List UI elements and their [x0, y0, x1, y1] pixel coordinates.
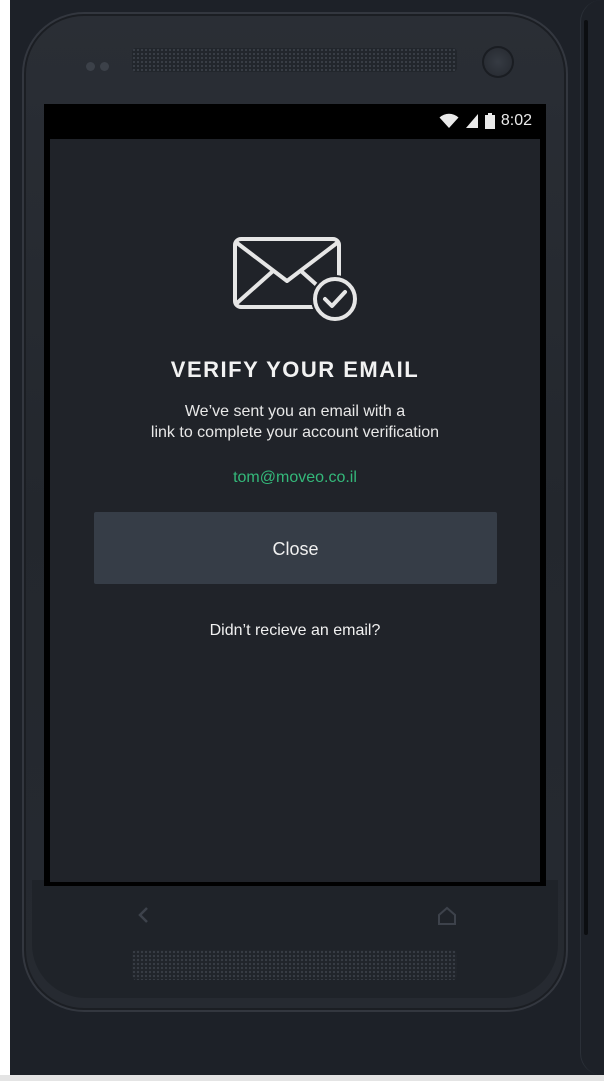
sensor-dots [86, 58, 120, 71]
home-icon[interactable] [436, 906, 458, 928]
status-bar: 8:02 [44, 104, 546, 139]
email-address: tom@moveo.co.il [233, 469, 357, 486]
message-line-1: We’ve sent you an email with a [184, 403, 406, 420]
wifi-icon [439, 113, 459, 129]
phone-screen: 8:02 VERIFY YOUR EMAIL We’ve sent you an… [44, 104, 546, 886]
phone-bottom-bezel [32, 880, 558, 998]
bottom-speaker-grille [132, 950, 457, 980]
resend-email-link[interactable]: Didn’t recieve an email? [50, 622, 540, 640]
status-icons: 8:02 [439, 112, 532, 130]
top-speaker-grille [132, 48, 457, 72]
page-title: VERIFY YOUR EMAIL [170, 357, 420, 382]
status-time: 8:02 [500, 112, 532, 129]
verify-email-screen: VERIFY YOUR EMAIL We’ve sent you an emai… [50, 139, 540, 882]
verification-message: We’ve sent you an email with a link to c… [50, 401, 540, 443]
back-arrow-icon[interactable] [136, 905, 156, 927]
message-line-2: link to complete your account verificati… [150, 424, 440, 441]
bottom-strip [0, 1075, 604, 1081]
close-button[interactable]: Close [94, 512, 497, 584]
email-verified-icon [233, 237, 359, 323]
battery-icon [484, 113, 495, 129]
backdrop-edge-line [584, 20, 588, 935]
cell-signal-icon [465, 113, 479, 129]
front-camera [482, 46, 514, 78]
